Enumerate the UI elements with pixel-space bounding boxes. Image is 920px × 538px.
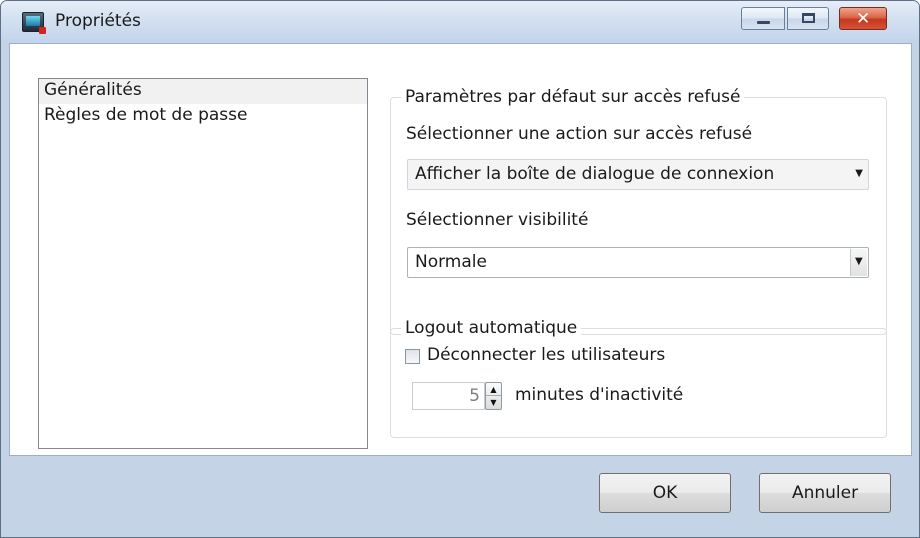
- maximize-icon: [802, 13, 815, 23]
- cancel-button[interactable]: Annuler: [759, 473, 891, 513]
- visibility-label: Sélectionner visibilité: [406, 210, 589, 230]
- title-bar[interactable]: Propriétés ✕: [1, 1, 919, 43]
- action-dropdown[interactable]: Afficher la boîte de dialogue de connexi…: [407, 159, 869, 190]
- category-list: Généralités Règles de mot de passe: [38, 78, 368, 449]
- chevron-down-icon: ▼: [855, 256, 863, 267]
- auto-logout-group-title: Logout automatique: [401, 317, 582, 339]
- minutes-label: minutes d'inactivité: [515, 385, 684, 405]
- disconnect-users-checkbox[interactable]: [405, 349, 420, 364]
- properties-window: Propriétés ✕ Généralités Règles de mot d…: [0, 0, 920, 538]
- ok-button[interactable]: OK: [599, 473, 731, 513]
- minutes-value: 5: [469, 386, 480, 406]
- app-icon: [22, 12, 46, 34]
- dialog-content: Généralités Règles de mot de passe Param…: [9, 43, 912, 456]
- access-denied-group-title: Paramètres par défaut sur accès refusé: [401, 86, 745, 108]
- action-dropdown-value: Afficher la boîte de dialogue de connexi…: [415, 164, 775, 184]
- category-item-password-rules[interactable]: Règles de mot de passe: [39, 104, 367, 129]
- visibility-dropdown[interactable]: Normale ▼: [407, 247, 869, 278]
- visibility-dropdown-button[interactable]: ▼: [850, 249, 867, 276]
- minimize-button[interactable]: [741, 7, 785, 30]
- visibility-dropdown-value: Normale: [415, 252, 487, 272]
- decrement-icon[interactable]: ▼: [486, 396, 501, 409]
- disconnect-users-label[interactable]: Déconnecter les utilisateurs: [427, 345, 665, 365]
- close-button[interactable]: ✕: [839, 7, 887, 30]
- maximize-button[interactable]: [787, 7, 829, 30]
- chevron-down-icon: ▼: [855, 168, 863, 179]
- action-label: Sélectionner une action sur accès refusé: [406, 124, 753, 144]
- minutes-stepper[interactable]: ▲ ▼: [485, 382, 502, 410]
- minimize-icon: [757, 21, 770, 24]
- increment-icon[interactable]: ▲: [486, 383, 501, 396]
- window-title: Propriétés: [55, 11, 141, 31]
- minutes-input[interactable]: 5: [412, 382, 485, 410]
- close-icon: ✕: [856, 9, 871, 29]
- category-item-general[interactable]: Généralités: [39, 79, 367, 104]
